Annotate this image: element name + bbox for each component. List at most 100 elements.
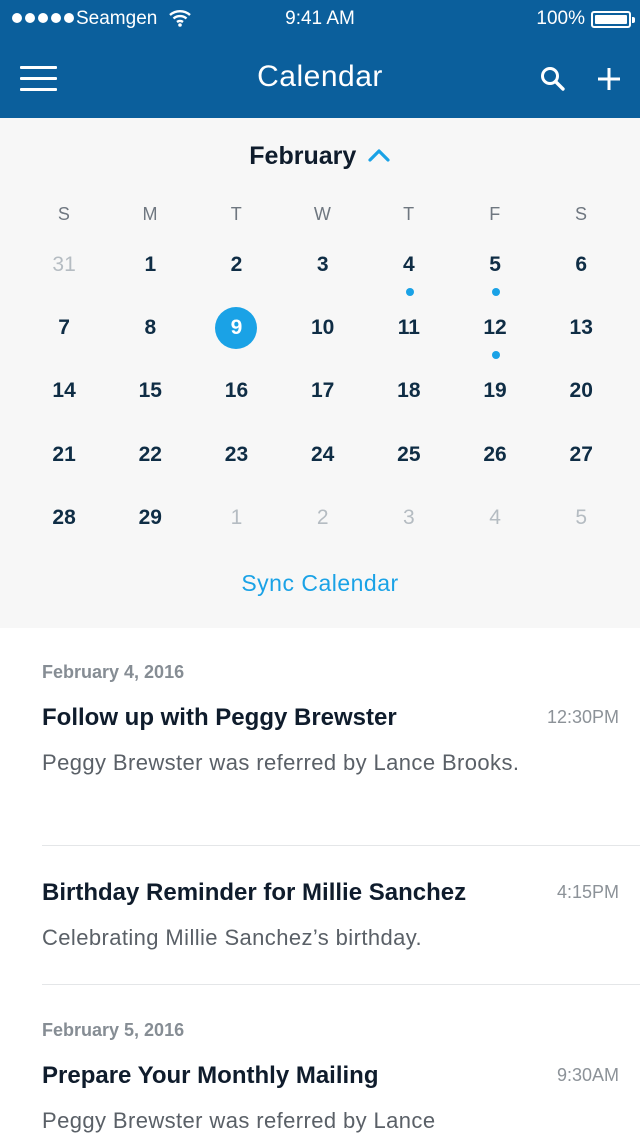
calendar-day[interactable]: 23 [193,426,279,489]
sync-calendar-button[interactable]: Sync Calendar [0,570,640,597]
calendar-day[interactable]: 19 [452,362,538,425]
calendar-days-grid: 31 1 2 3 4 5 6 7 8 9 10 11 12 13 14 15 16 17 18 19 20 21 22 23 2… [21,236,625,552]
calendar-day[interactable]: 4 [366,236,452,299]
day-number: 18 [397,379,421,403]
calendar-day-selected[interactable]: 9 [193,299,279,362]
event-title: Prepare Your Monthly Mailing [42,1062,379,1089]
day-number: 23 [224,442,249,466]
event-item[interactable]: Birthday Reminder for Millie Sanchez 4:1… [0,879,640,984]
calendar-day[interactable]: 28 [21,489,107,552]
month-calendar: February S M T W T F S 31 1 2 3 4 5 6 7 8 9 10 11 12… [0,118,640,628]
calendar-day[interactable]: 20 [538,362,624,425]
day-number: 5 [575,505,588,529]
calendar-day[interactable]: 3 [366,489,452,552]
day-number: 26 [483,442,507,466]
weekday-header: S M T W T F S [21,204,625,225]
calendar-day[interactable]: 10 [280,299,366,362]
day-number: 9 [215,307,258,350]
date-section-header: February 4, 2016 [42,662,185,682]
day-number: 11 [397,316,420,340]
day-number: 5 [489,253,501,276]
day-number: 2 [316,505,329,529]
calendar-day[interactable]: 29 [107,489,193,552]
event-indicator-dot [492,288,501,296]
event-item[interactable]: Follow up with Peggy Brewster 12:30PM Pe… [0,704,640,844]
calendar-day[interactable]: 6 [538,236,624,299]
calendar-day[interactable]: 25 [366,426,452,489]
calendar-day[interactable]: 27 [538,426,624,489]
event-item[interactable]: Prepare Your Monthly Mailing 9:30AM Pegg… [0,1062,640,1138]
calendar-day[interactable]: 13 [538,299,624,362]
weekday-label: T [230,204,243,224]
day-number: 15 [138,379,162,403]
calendar-day[interactable]: 2 [193,236,279,299]
day-number: 29 [138,505,162,529]
day-number: 12 [483,316,507,340]
calendar-day[interactable]: 12 [452,299,538,362]
event-indicator-dot [405,288,414,296]
weekday-label: S [57,204,71,224]
weekday-label: W [313,204,332,224]
event-description: Peggy Brewster was referred by Lance [42,1108,436,1133]
day-number: 4 [403,253,415,276]
weekday-label: T [403,204,415,224]
weekday-label: F [489,204,501,224]
day-number: 3 [316,253,329,276]
weekday-label: S [574,204,588,224]
calendar-day[interactable]: 16 [193,362,279,425]
plus-icon[interactable] [594,64,624,94]
date-section-header: February 5, 2016 [42,1020,185,1040]
calendar-day[interactable]: 2 [280,489,366,552]
calendar-day[interactable]: 24 [280,426,366,489]
day-number: 10 [310,316,335,340]
month-selector[interactable]: February [0,142,640,171]
calendar-day[interactable]: 8 [107,299,193,362]
day-number: 4 [489,505,501,529]
day-number: 17 [310,379,335,403]
day-number: 19 [483,379,507,403]
search-icon[interactable] [538,64,568,94]
event-list: February 4, 2016 Follow up with Peggy Br… [0,628,640,1138]
divider [42,984,640,985]
day-number: 20 [569,379,593,403]
day-number: 25 [397,442,421,466]
calendar-day[interactable]: 14 [21,362,107,425]
calendar-day[interactable]: 26 [452,426,538,489]
day-number: 1 [144,253,157,276]
calendar-day[interactable]: 1 [107,236,193,299]
event-indicator-dot [492,351,501,360]
day-number: 6 [575,253,588,276]
day-number: 1 [230,505,243,529]
day-number: 8 [144,316,157,340]
status-bar: Seamgen 9:41 AM 100% [0,0,640,40]
calendar-day[interactable]: 15 [107,362,193,425]
event-description: Peggy Brewster was referred by Lance Bro… [42,750,520,775]
event-time: 4:15PM [556,882,619,902]
day-number: 31 [52,253,76,276]
day-number: 22 [138,442,162,466]
calendar-day[interactable]: 3 [280,236,366,299]
event-time: 9:30AM [556,1065,619,1085]
event-description: Celebrating Millie Sanchez’s birthday. [42,925,423,950]
day-number: 2 [230,253,243,276]
calendar-day[interactable]: 7 [21,299,107,362]
event-title: Follow up with Peggy Brewster [42,704,397,731]
calendar-day[interactable]: 4 [452,489,538,552]
calendar-day[interactable]: 11 [366,299,452,362]
battery-icon [591,11,635,28]
calendar-day[interactable]: 22 [107,426,193,489]
month-label: February [249,142,357,170]
calendar-day[interactable]: 31 [21,236,107,299]
divider [42,845,640,846]
day-number: 24 [310,442,335,466]
event-time: 12:30PM [546,707,619,727]
day-number: 21 [52,442,76,466]
calendar-day[interactable]: 5 [452,236,538,299]
calendar-day[interactable]: 18 [366,362,452,425]
battery-percentage: 100% [536,8,585,29]
day-number: 28 [52,505,76,529]
calendar-day[interactable]: 1 [193,489,279,552]
calendar-day[interactable]: 17 [280,362,366,425]
calendar-day[interactable]: 21 [21,426,107,489]
calendar-day[interactable]: 5 [538,489,624,552]
